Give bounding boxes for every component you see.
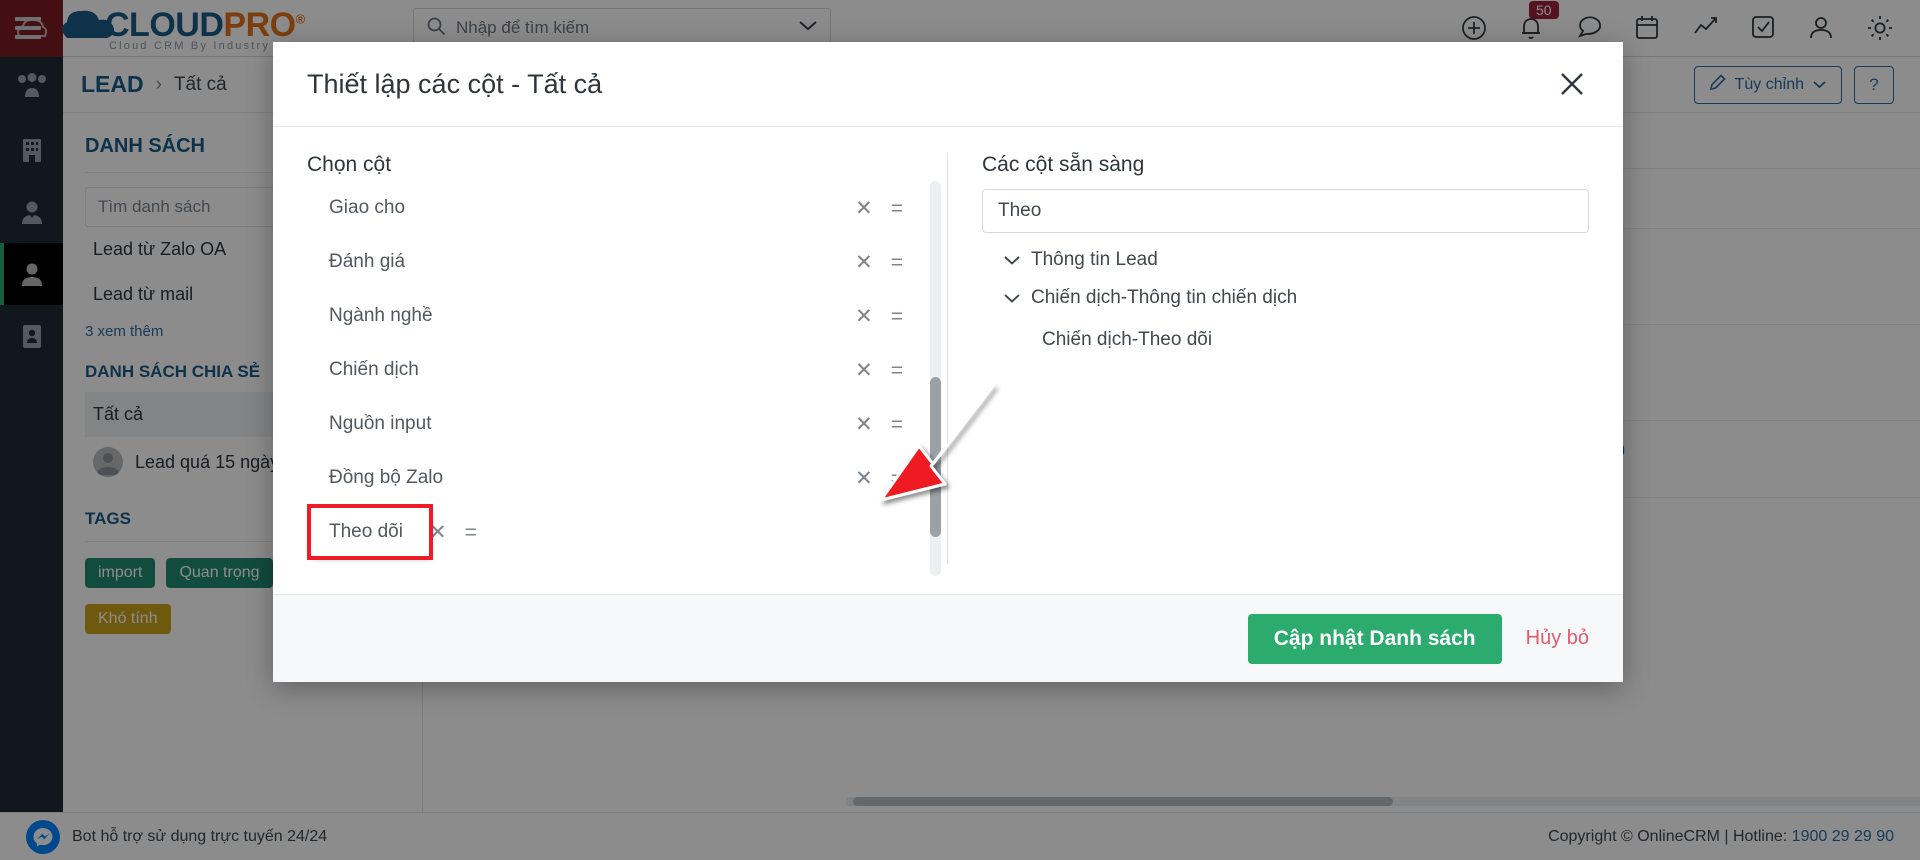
drag-handle-icon[interactable]: = (891, 360, 903, 381)
application-window: CLOUDPRO® Cloud CRM By Industry Nhập để … (0, 0, 1920, 860)
chosen-columns-list: Giao cho ✕ = Đánh giá ✕ = Ngành nghề ✕ =… (307, 181, 947, 594)
chosen-column-row[interactable]: Ngành nghề ✕ = (307, 289, 927, 343)
chosen-columns-panel: Chọn cột Giao cho ✕ = Đánh giá ✕ = Ngành… (307, 153, 947, 594)
drag-handle-icon[interactable]: = (891, 414, 903, 435)
remove-column-icon[interactable]: ✕ (855, 252, 873, 273)
remove-column-icon[interactable]: ✕ (855, 468, 873, 489)
remove-column-icon[interactable]: ✕ (855, 306, 873, 327)
highlighted-column-theo-doi[interactable]: Theo dõi (307, 504, 433, 560)
chosen-column-row-highlighted[interactable]: Theo dõi ✕ = (307, 504, 927, 560)
drag-handle-icon[interactable]: = (465, 522, 477, 543)
chosen-column-row[interactable]: Đồng bộ Zalo ✕ = (307, 451, 927, 505)
chosen-column-label: Ngành nghề (329, 305, 433, 326)
dialog-title: Thiết lập các cột - Tất cả (307, 68, 603, 99)
update-list-button[interactable]: Cập nhật Danh sách (1247, 613, 1502, 664)
available-search-value: Theo (998, 200, 1042, 221)
drag-handle-icon[interactable]: = (891, 252, 903, 273)
remove-column-icon[interactable]: ✕ (429, 522, 447, 543)
dialog-header: Thiết lập các cột - Tất cả (273, 42, 1623, 127)
chevron-down-icon[interactable] (1004, 249, 1020, 271)
available-columns-panel: Các cột sẵn sàng Theo Thông tin Lead Chi… (948, 153, 1589, 594)
column-settings-dialog: Thiết lập các cột - Tất cả Chọn cột Giao… (273, 42, 1623, 682)
chosen-column-row[interactable]: Nguồn input ✕ = (307, 397, 927, 451)
tree-group-label: Chiến dịch-Thông tin chiến dịch (1031, 287, 1298, 308)
chosen-column-label: Nguồn input (329, 413, 432, 434)
drag-handle-icon[interactable]: = (891, 306, 903, 327)
chosen-column-label: Đồng bộ Zalo (329, 467, 444, 488)
dialog-footer: Cập nhật Danh sách Hủy bỏ (273, 594, 1623, 682)
chosen-column-label: Theo dõi (329, 521, 403, 542)
chosen-column-label: Đánh giá (329, 251, 406, 272)
drag-handle-icon[interactable]: = (891, 468, 903, 489)
chosen-column-row[interactable]: Giao cho ✕ = (307, 181, 927, 235)
chosen-column-row[interactable]: Đánh giá ✕ = (307, 235, 927, 289)
tree-group-thong-tin-lead[interactable]: Thông tin Lead (982, 233, 1589, 271)
chosen-column-label: Chiến dịch (329, 359, 419, 380)
remove-column-icon[interactable]: ✕ (855, 198, 873, 219)
tree-group-label: Thông tin Lead (1031, 249, 1158, 270)
vertical-scrollbar-thumb[interactable] (930, 377, 941, 537)
tree-leaf-chien-dich-theo-doi[interactable]: Chiến dịch-Theo dõi (982, 309, 1589, 351)
close-icon[interactable] (1555, 67, 1589, 101)
chosen-columns-heading: Chọn cột (307, 153, 392, 176)
cancel-button[interactable]: Hủy bỏ (1526, 627, 1589, 650)
remove-column-icon[interactable]: ✕ (855, 360, 873, 381)
tree-group-chien-dich[interactable]: Chiến dịch-Thông tin chiến dịch (982, 271, 1589, 309)
remove-column-icon[interactable]: ✕ (855, 414, 873, 435)
drag-handle-icon[interactable]: = (891, 198, 903, 219)
chosen-column-row[interactable]: Chiến dịch ✕ = (307, 343, 927, 397)
chosen-column-label: Giao cho (329, 197, 406, 218)
available-columns-search-input[interactable]: Theo (982, 189, 1589, 233)
chevron-down-icon[interactable] (1004, 287, 1020, 309)
available-columns-heading: Các cột sẵn sàng (982, 153, 1145, 176)
chosen-columns-scroll: Giao cho ✕ = Đánh giá ✕ = Ngành nghề ✕ =… (307, 181, 947, 594)
dialog-body: Chọn cột Giao cho ✕ = Đánh giá ✕ = Ngành… (273, 127, 1623, 594)
